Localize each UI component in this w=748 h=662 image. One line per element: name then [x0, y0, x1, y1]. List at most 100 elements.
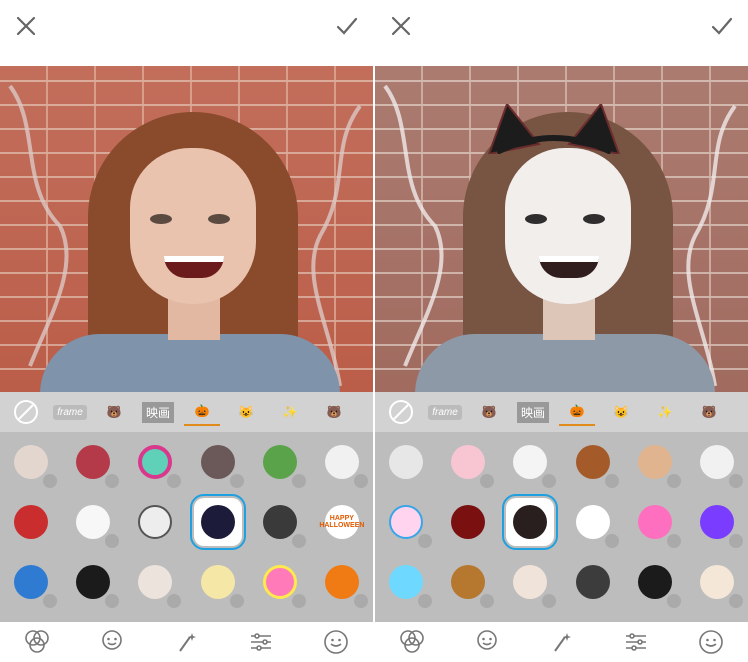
sticker-blue-cat[interactable]: [382, 498, 433, 548]
sticker-cat-ears-girl-selected[interactable]: [502, 494, 559, 550]
photo-canvas[interactable]: [0, 66, 373, 392]
sticker-ghost-face[interactable]: [7, 438, 58, 488]
jacket: [415, 334, 715, 392]
sticker-zombie-girl[interactable]: [131, 558, 182, 608]
category-halloween[interactable]: 🎃: [184, 398, 220, 426]
category-none[interactable]: [383, 398, 419, 426]
category-sparkle[interactable]: ✨: [647, 398, 683, 426]
sticker-hatchet[interactable]: [444, 558, 495, 608]
photo-canvas[interactable]: [375, 66, 748, 392]
close-icon: [391, 16, 411, 36]
sticker-pink-cat[interactable]: [631, 498, 681, 548]
sticker-pink-pumpkin[interactable]: [256, 558, 306, 608]
sticker-black-pumpkins[interactable]: [69, 558, 120, 608]
filters-button[interactable]: [22, 629, 52, 655]
sticker-blue-skull[interactable]: [7, 558, 58, 608]
none-icon: [14, 400, 38, 424]
sticker-frankenstein[interactable]: [131, 438, 182, 488]
sticker-dark-eyes-selected[interactable]: [189, 494, 246, 550]
sticker-button[interactable]: [321, 629, 351, 655]
category-bear2[interactable]: 🐻: [691, 398, 727, 426]
magic-wand-button[interactable]: [546, 629, 576, 655]
frame-label: frame: [53, 404, 87, 420]
sticker-green-monster[interactable]: [256, 438, 306, 488]
confirm-button[interactable]: [335, 14, 359, 38]
sticker-red-witch[interactable]: [444, 498, 492, 546]
smile-icon: [698, 630, 723, 654]
left-panel: frame 🐻 映画 🎃 😺 ✨ 🐻 HAPPY HALLOWEEN: [0, 0, 373, 662]
sticker-grid: HAPPY HALLOWEEN: [0, 432, 373, 622]
sticker-button[interactable]: [696, 629, 726, 655]
eye-left: [525, 214, 547, 224]
sticker-category-bar: frame 🐻 映画 🎃 😺 ✨ 🐻: [375, 392, 748, 432]
sticker-witch-hat[interactable]: [631, 558, 681, 608]
close-button[interactable]: [389, 14, 413, 38]
sticker-happy-halloween[interactable]: HAPPY HALLOWEEN: [318, 498, 366, 546]
adjust-button[interactable]: [621, 629, 651, 655]
sticker-bandage[interactable]: [382, 438, 430, 486]
sticker-blue-skeleton[interactable]: [382, 558, 433, 608]
face-button[interactable]: [97, 629, 127, 655]
check-icon: [336, 17, 358, 35]
sticker-cat-pumpkin[interactable]: [693, 558, 743, 608]
none-icon: [389, 400, 413, 424]
sticker-cards[interactable]: [569, 498, 619, 548]
sticker-cat-face[interactable]: [131, 498, 179, 546]
category-eiga[interactable]: 映画: [515, 398, 551, 426]
sticker-spider[interactable]: [256, 498, 306, 548]
face: [130, 148, 256, 304]
close-button[interactable]: [14, 14, 38, 38]
eye-left: [150, 214, 172, 224]
bear-icon: 🐻: [481, 405, 497, 419]
bear2-icon: 🐻: [326, 405, 342, 419]
sticker-grid: [375, 432, 748, 622]
sticker-bunny[interactable]: [506, 438, 557, 488]
sticker-white-mask[interactable]: [318, 438, 368, 488]
smile-icon: [323, 630, 348, 654]
top-bar: [0, 0, 373, 66]
top-bar: [375, 0, 748, 66]
category-bear[interactable]: 🐻: [96, 398, 132, 426]
sticker-cat-hat[interactable]: [693, 438, 743, 488]
sticker-orange-pumpkin[interactable]: [318, 558, 368, 608]
category-cat[interactable]: 😺: [228, 398, 264, 426]
bottom-toolbar: [375, 622, 748, 662]
cat-ears: [487, 104, 621, 154]
sticker-red-eye-bow[interactable]: [7, 498, 55, 546]
category-bear[interactable]: 🐻: [471, 398, 507, 426]
cat-icon: 😺: [238, 405, 254, 419]
adjust-button[interactable]: [246, 629, 276, 655]
category-frame[interactable]: frame: [427, 398, 463, 426]
category-bear2[interactable]: 🐻: [316, 398, 352, 426]
category-cat[interactable]: 😺: [603, 398, 639, 426]
magic-wand-button[interactable]: [171, 629, 201, 655]
sticker-colorful-squares[interactable]: [693, 498, 743, 548]
sparkle-icon: ✨: [657, 405, 673, 419]
category-eiga[interactable]: 映画: [140, 398, 176, 426]
frame-label: frame: [428, 404, 462, 420]
filters-icon: [25, 630, 50, 653]
check-icon: [711, 17, 733, 35]
sticker-teddy[interactable]: [569, 438, 619, 488]
filters-button[interactable]: [397, 629, 427, 655]
eiga-label: 映画: [141, 401, 174, 423]
magic-wand-icon: [179, 633, 197, 652]
sticker-puppy[interactable]: [631, 438, 681, 488]
face-button[interactable]: [472, 629, 502, 655]
category-none[interactable]: [8, 398, 44, 426]
sticker-dark-figure[interactable]: [569, 558, 617, 606]
jacket: [40, 334, 340, 392]
sticker-pig[interactable]: [444, 438, 495, 488]
sticker-mummy[interactable]: [194, 558, 244, 608]
sticker-pale-face[interactable]: [506, 558, 557, 608]
sticker-clown-girl[interactable]: [69, 438, 120, 488]
panel-divider: [373, 0, 375, 662]
category-frame[interactable]: frame: [52, 398, 88, 426]
confirm-button[interactable]: [710, 14, 734, 38]
bear2-icon: 🐻: [701, 405, 717, 419]
sticker-ghosts[interactable]: [69, 498, 120, 548]
sticker-zombie-hand[interactable]: [194, 438, 244, 488]
category-halloween[interactable]: 🎃: [559, 398, 595, 426]
category-sparkle[interactable]: ✨: [272, 398, 308, 426]
bottom-toolbar: [0, 622, 373, 662]
